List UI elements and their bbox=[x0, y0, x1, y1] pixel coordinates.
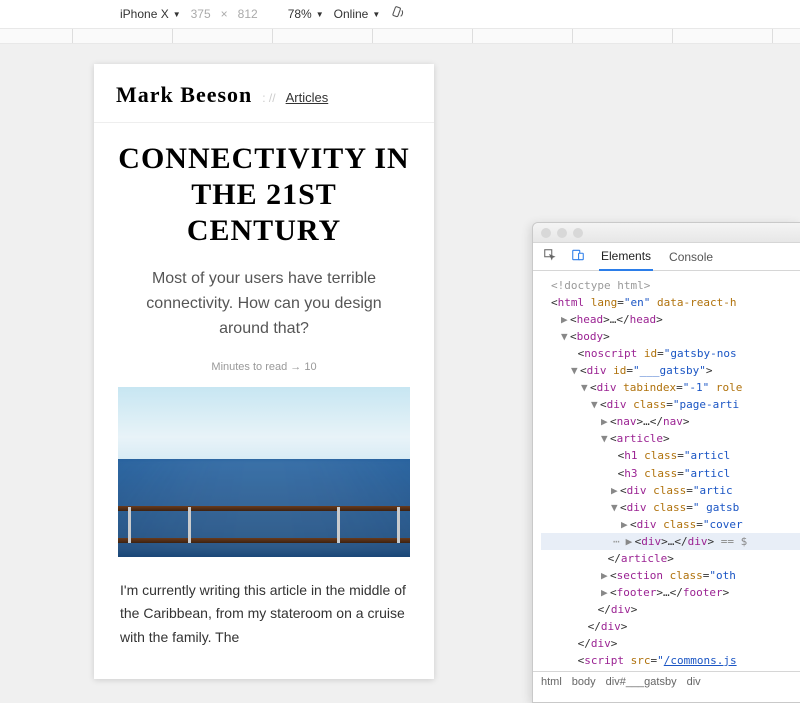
viewport-height[interactable]: 812 bbox=[238, 7, 258, 21]
dom-node[interactable]: </div> bbox=[541, 618, 800, 635]
traffic-light-max[interactable] bbox=[573, 228, 583, 238]
tab-elements[interactable]: Elements bbox=[599, 243, 653, 271]
dom-node[interactable]: ▶<section class="oth bbox=[541, 567, 800, 584]
dom-node[interactable]: <html lang="en" data-react-h bbox=[541, 294, 800, 311]
inspect-icon[interactable] bbox=[543, 248, 557, 265]
dom-node[interactable]: <script src="/commons.js bbox=[541, 652, 800, 669]
chevron-down-icon: ▼ bbox=[372, 10, 380, 19]
devtools-titlebar[interactable] bbox=[533, 223, 800, 243]
mobile-preview: Mark Beeson : // Articles Connectivity i… bbox=[94, 64, 434, 679]
breadcrumb-link[interactable]: Articles bbox=[286, 90, 329, 105]
breadcrumb-separator: : // bbox=[262, 91, 275, 105]
dom-node[interactable]: <noscript id="gatsby-nos bbox=[541, 345, 800, 362]
devtools-panel: Elements Console <!doctype html> <html l… bbox=[532, 222, 800, 703]
dom-node[interactable]: ▼<div tabindex="-1" role bbox=[541, 379, 800, 396]
times-separator: × bbox=[221, 7, 228, 21]
traffic-light-min[interactable] bbox=[557, 228, 567, 238]
zoom-select[interactable]: 78% ▼ bbox=[288, 7, 324, 21]
network-value: Online bbox=[334, 7, 369, 21]
tab-console[interactable]: Console bbox=[667, 244, 715, 270]
read-time: Minutes to read → 10 bbox=[118, 361, 410, 373]
crumb[interactable]: body bbox=[572, 676, 596, 688]
article-title: Connectivity in the 21st century bbox=[118, 141, 410, 249]
site-name[interactable]: Mark Beeson bbox=[116, 82, 252, 108]
viewport-area: Mark Beeson : // Articles Connectivity i… bbox=[0, 44, 800, 703]
network-select[interactable]: Online ▼ bbox=[334, 7, 381, 21]
crumb[interactable]: html bbox=[541, 676, 562, 688]
site-header: Mark Beeson : // Articles bbox=[94, 64, 434, 123]
dom-node[interactable]: </div> bbox=[541, 601, 800, 618]
dom-node[interactable]: </div> bbox=[541, 635, 800, 652]
article-body: I'm currently writing this article in th… bbox=[118, 579, 410, 648]
devtools-toolbar: Elements Console bbox=[533, 243, 800, 271]
dom-node[interactable]: ▶<footer>…</footer> bbox=[541, 584, 800, 601]
dom-node[interactable]: ▼<article> bbox=[541, 430, 800, 447]
zoom-value: 78% bbox=[288, 7, 312, 21]
device-select[interactable]: iPhone X ▼ bbox=[120, 7, 181, 21]
dom-tree[interactable]: <!doctype html> <html lang="en" data-rea… bbox=[533, 271, 800, 671]
dom-node[interactable]: <h3 class="articl bbox=[541, 465, 800, 482]
crumb[interactable]: div#___gatsby bbox=[606, 676, 677, 688]
cover-image bbox=[118, 387, 410, 557]
dom-doctype: <!doctype html> bbox=[551, 279, 650, 292]
device-toolbar: iPhone X ▼ 375 × 812 78% ▼ Online ▼ bbox=[0, 0, 800, 28]
dom-node[interactable]: ▼<body> bbox=[541, 328, 800, 345]
viewport-width[interactable]: 375 bbox=[191, 7, 211, 21]
dom-node[interactable]: ▶<div class="artic bbox=[541, 482, 800, 499]
article: Connectivity in the 21st century Most of… bbox=[94, 123, 434, 649]
dom-node[interactable]: ▼<div class="page-arti bbox=[541, 396, 800, 413]
dom-node[interactable]: </article> bbox=[541, 550, 800, 567]
chevron-down-icon: ▼ bbox=[316, 10, 324, 19]
article-subtitle: Most of your users have terrible connect… bbox=[118, 267, 410, 341]
dom-node-selected[interactable]: ⋯▶<div>…</div> == $ bbox=[541, 533, 800, 550]
chevron-down-icon: ▼ bbox=[173, 10, 181, 19]
rotate-icon[interactable] bbox=[390, 5, 406, 24]
dom-node[interactable]: ▼<div class=" gatsb bbox=[541, 499, 800, 516]
dom-node[interactable]: ▼<div id="___gatsby"> bbox=[541, 362, 800, 379]
device-mode-icon[interactable] bbox=[571, 248, 585, 265]
dom-node[interactable]: ▶<nav>…</nav> bbox=[541, 413, 800, 430]
traffic-light-close[interactable] bbox=[541, 228, 551, 238]
breadcrumb-trail[interactable]: html body div#___gatsby div bbox=[533, 671, 800, 692]
dom-node[interactable]: ▶<div class="cover bbox=[541, 516, 800, 533]
ruler bbox=[0, 28, 800, 44]
crumb[interactable]: div bbox=[687, 676, 701, 688]
dom-node[interactable]: ▶<head>…</head> bbox=[541, 311, 800, 328]
device-name: iPhone X bbox=[120, 7, 169, 21]
dom-node[interactable]: <h1 class="articl bbox=[541, 447, 800, 464]
